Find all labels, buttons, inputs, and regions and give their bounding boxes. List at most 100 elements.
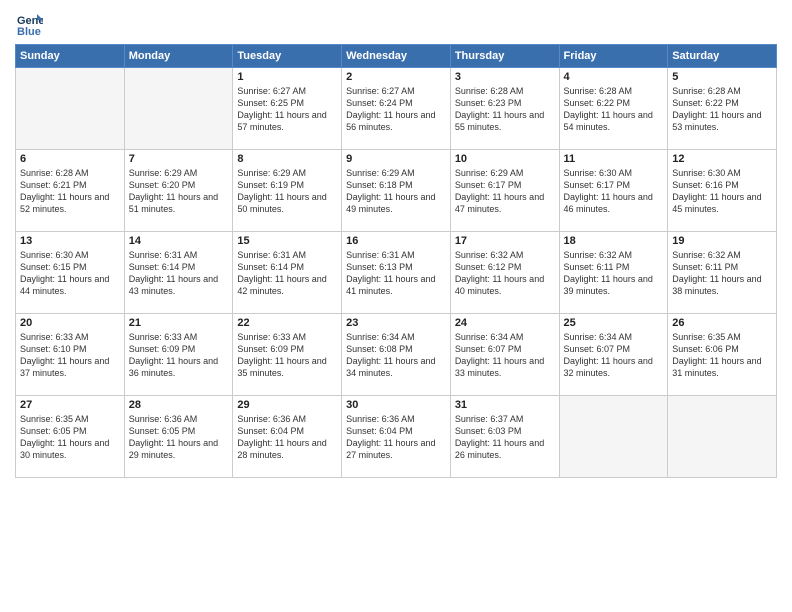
day-number: 28 (129, 399, 229, 411)
day-number: 13 (20, 235, 120, 247)
week-row-5: 27 Sunrise: 6:35 AMSunset: 6:05 PMDayligh… (16, 396, 777, 478)
header: General Blue (15, 10, 777, 38)
logo-icon: General Blue (15, 10, 43, 38)
calendar-cell: 9 Sunrise: 6:29 AMSunset: 6:18 PMDaylight… (342, 150, 451, 232)
day-number: 26 (672, 317, 772, 329)
day-number: 19 (672, 235, 772, 247)
day-number: 31 (455, 399, 555, 411)
calendar-cell: 14Sunrise: 6:31 AMSunset: 6:14 PMDayligh… (124, 232, 233, 314)
day-number: 25 (564, 317, 664, 329)
day-number: 5 (672, 71, 772, 83)
cell-info: Sunrise: 6:32 AMSunset: 6:11 PMDaylight:… (672, 249, 772, 298)
calendar-cell: 20Sunrise: 6:33 AMSunset: 6:10 PMDayligh… (16, 314, 125, 396)
calendar-cell: 23Sunrise: 6:34 AMSunset: 6:08 PMDayligh… (342, 314, 451, 396)
weekday-header-thursday: Thursday (450, 45, 559, 68)
cell-info: Sunrise: 6:32 AMSunset: 6:11 PMDaylight:… (564, 249, 664, 298)
cell-info: Sunrise: 6:29 AMSunset: 6:17 PMDaylight:… (455, 167, 555, 216)
day-number: 7 (129, 153, 229, 165)
weekday-header-row: SundayMondayTuesdayWednesdayThursdayFrid… (16, 45, 777, 68)
day-number: 22 (237, 317, 337, 329)
calendar-cell: 5 Sunrise: 6:28 AMSunset: 6:22 PMDaylight… (668, 68, 777, 150)
day-number: 4 (564, 71, 664, 83)
calendar-cell (668, 396, 777, 478)
day-number: 11 (564, 153, 664, 165)
calendar-cell: 16 Sunrise: 6:31 AMSunset: 6:13 PMDayligh… (342, 232, 451, 314)
cell-info: Sunrise: 6:28 AMSunset: 6:21 PMDaylight:… (20, 167, 120, 216)
cell-info: Sunrise: 6:35 AMSunset: 6:06 PMDaylight:… (672, 331, 772, 380)
cell-info: Sunrise: 6:32 AMSunset: 6:12 PMDaylight:… (455, 249, 555, 298)
calendar-cell: 31 Sunrise: 6:37 AMSunset: 6:03 PMDayligh… (450, 396, 559, 478)
cell-info: Sunrise: 6:29 AMSunset: 6:20 PMDaylight:… (129, 167, 229, 216)
calendar-cell: 22 Sunrise: 6:33 AMSunset: 6:09 PMDayligh… (233, 314, 342, 396)
weekday-header-friday: Friday (559, 45, 668, 68)
calendar-cell: 27 Sunrise: 6:35 AMSunset: 6:05 PMDayligh… (16, 396, 125, 478)
day-number: 6 (20, 153, 120, 165)
cell-info: Sunrise: 6:34 AMSunset: 6:07 PMDaylight:… (564, 331, 664, 380)
calendar-cell: 15Sunrise: 6:31 AMSunset: 6:14 PMDayligh… (233, 232, 342, 314)
calendar-cell: 11 Sunrise: 6:30 AMSunset: 6:17 PMDayligh… (559, 150, 668, 232)
cell-info: Sunrise: 6:33 AMSunset: 6:09 PMDaylight:… (129, 331, 229, 380)
calendar-cell: 12Sunrise: 6:30 AMSunset: 6:16 PMDayligh… (668, 150, 777, 232)
cell-info: Sunrise: 6:31 AMSunset: 6:14 PMDaylight:… (129, 249, 229, 298)
calendar-cell (559, 396, 668, 478)
week-row-4: 20Sunrise: 6:33 AMSunset: 6:10 PMDayligh… (16, 314, 777, 396)
cell-info: Sunrise: 6:31 AMSunset: 6:14 PMDaylight:… (237, 249, 337, 298)
week-row-2: 6 Sunrise: 6:28 AMSunset: 6:21 PMDaylight… (16, 150, 777, 232)
calendar-cell: 18 Sunrise: 6:32 AMSunset: 6:11 PMDayligh… (559, 232, 668, 314)
calendar-cell (124, 68, 233, 150)
day-number: 21 (129, 317, 229, 329)
cell-info: Sunrise: 6:34 AMSunset: 6:07 PMDaylight:… (455, 331, 555, 380)
day-number: 18 (564, 235, 664, 247)
calendar-cell: 8 Sunrise: 6:29 AMSunset: 6:19 PMDaylight… (233, 150, 342, 232)
weekday-header-wednesday: Wednesday (342, 45, 451, 68)
calendar-cell: 1Sunrise: 6:27 AMSunset: 6:25 PMDaylight… (233, 68, 342, 150)
day-number: 20 (20, 317, 120, 329)
weekday-header-sunday: Sunday (16, 45, 125, 68)
week-row-1: 1Sunrise: 6:27 AMSunset: 6:25 PMDaylight… (16, 68, 777, 150)
day-number: 24 (455, 317, 555, 329)
cell-info: Sunrise: 6:28 AMSunset: 6:22 PMDaylight:… (564, 85, 664, 134)
calendar-cell: 10Sunrise: 6:29 AMSunset: 6:17 PMDayligh… (450, 150, 559, 232)
day-number: 8 (237, 153, 337, 165)
svg-text:Blue: Blue (17, 26, 41, 38)
cell-info: Sunrise: 6:27 AMSunset: 6:24 PMDaylight:… (346, 85, 446, 134)
day-number: 1 (237, 71, 337, 83)
day-number: 2 (346, 71, 446, 83)
cell-info: Sunrise: 6:30 AMSunset: 6:15 PMDaylight:… (20, 249, 120, 298)
calendar-cell: 17 Sunrise: 6:32 AMSunset: 6:12 PMDayligh… (450, 232, 559, 314)
logo: General Blue (15, 10, 47, 38)
calendar-cell: 6 Sunrise: 6:28 AMSunset: 6:21 PMDaylight… (16, 150, 125, 232)
day-number: 3 (455, 71, 555, 83)
day-number: 9 (346, 153, 446, 165)
weekday-header-saturday: Saturday (668, 45, 777, 68)
cell-info: Sunrise: 6:30 AMSunset: 6:17 PMDaylight:… (564, 167, 664, 216)
cell-info: Sunrise: 6:28 AMSunset: 6:23 PMDaylight:… (455, 85, 555, 134)
cell-info: Sunrise: 6:37 AMSunset: 6:03 PMDaylight:… (455, 413, 555, 462)
cell-info: Sunrise: 6:35 AMSunset: 6:05 PMDaylight:… (20, 413, 120, 462)
calendar-table: SundayMondayTuesdayWednesdayThursdayFrid… (15, 44, 777, 478)
day-number: 27 (20, 399, 120, 411)
cell-info: Sunrise: 6:28 AMSunset: 6:22 PMDaylight:… (672, 85, 772, 134)
cell-info: Sunrise: 6:31 AMSunset: 6:13 PMDaylight:… (346, 249, 446, 298)
calendar-cell (16, 68, 125, 150)
cell-info: Sunrise: 6:33 AMSunset: 6:09 PMDaylight:… (237, 331, 337, 380)
cell-info: Sunrise: 6:29 AMSunset: 6:18 PMDaylight:… (346, 167, 446, 216)
week-row-3: 13 Sunrise: 6:30 AMSunset: 6:15 PMDayligh… (16, 232, 777, 314)
cell-info: Sunrise: 6:29 AMSunset: 6:19 PMDaylight:… (237, 167, 337, 216)
calendar-cell: 25 Sunrise: 6:34 AMSunset: 6:07 PMDayligh… (559, 314, 668, 396)
cell-info: Sunrise: 6:36 AMSunset: 6:05 PMDaylight:… (129, 413, 229, 462)
calendar-cell: 26 Sunrise: 6:35 AMSunset: 6:06 PMDayligh… (668, 314, 777, 396)
calendar-cell: 29Sunrise: 6:36 AMSunset: 6:04 PMDayligh… (233, 396, 342, 478)
weekday-header-tuesday: Tuesday (233, 45, 342, 68)
calendar-cell: 7 Sunrise: 6:29 AMSunset: 6:20 PMDaylight… (124, 150, 233, 232)
calendar-cell: 3 Sunrise: 6:28 AMSunset: 6:23 PMDaylight… (450, 68, 559, 150)
calendar-cell: 24 Sunrise: 6:34 AMSunset: 6:07 PMDayligh… (450, 314, 559, 396)
day-number: 23 (346, 317, 446, 329)
day-number: 30 (346, 399, 446, 411)
day-number: 17 (455, 235, 555, 247)
cell-info: Sunrise: 6:36 AMSunset: 6:04 PMDaylight:… (346, 413, 446, 462)
day-number: 16 (346, 235, 446, 247)
calendar-cell: 30 Sunrise: 6:36 AMSunset: 6:04 PMDayligh… (342, 396, 451, 478)
calendar-cell: 19 Sunrise: 6:32 AMSunset: 6:11 PMDayligh… (668, 232, 777, 314)
calendar-cell: 28 Sunrise: 6:36 AMSunset: 6:05 PMDayligh… (124, 396, 233, 478)
